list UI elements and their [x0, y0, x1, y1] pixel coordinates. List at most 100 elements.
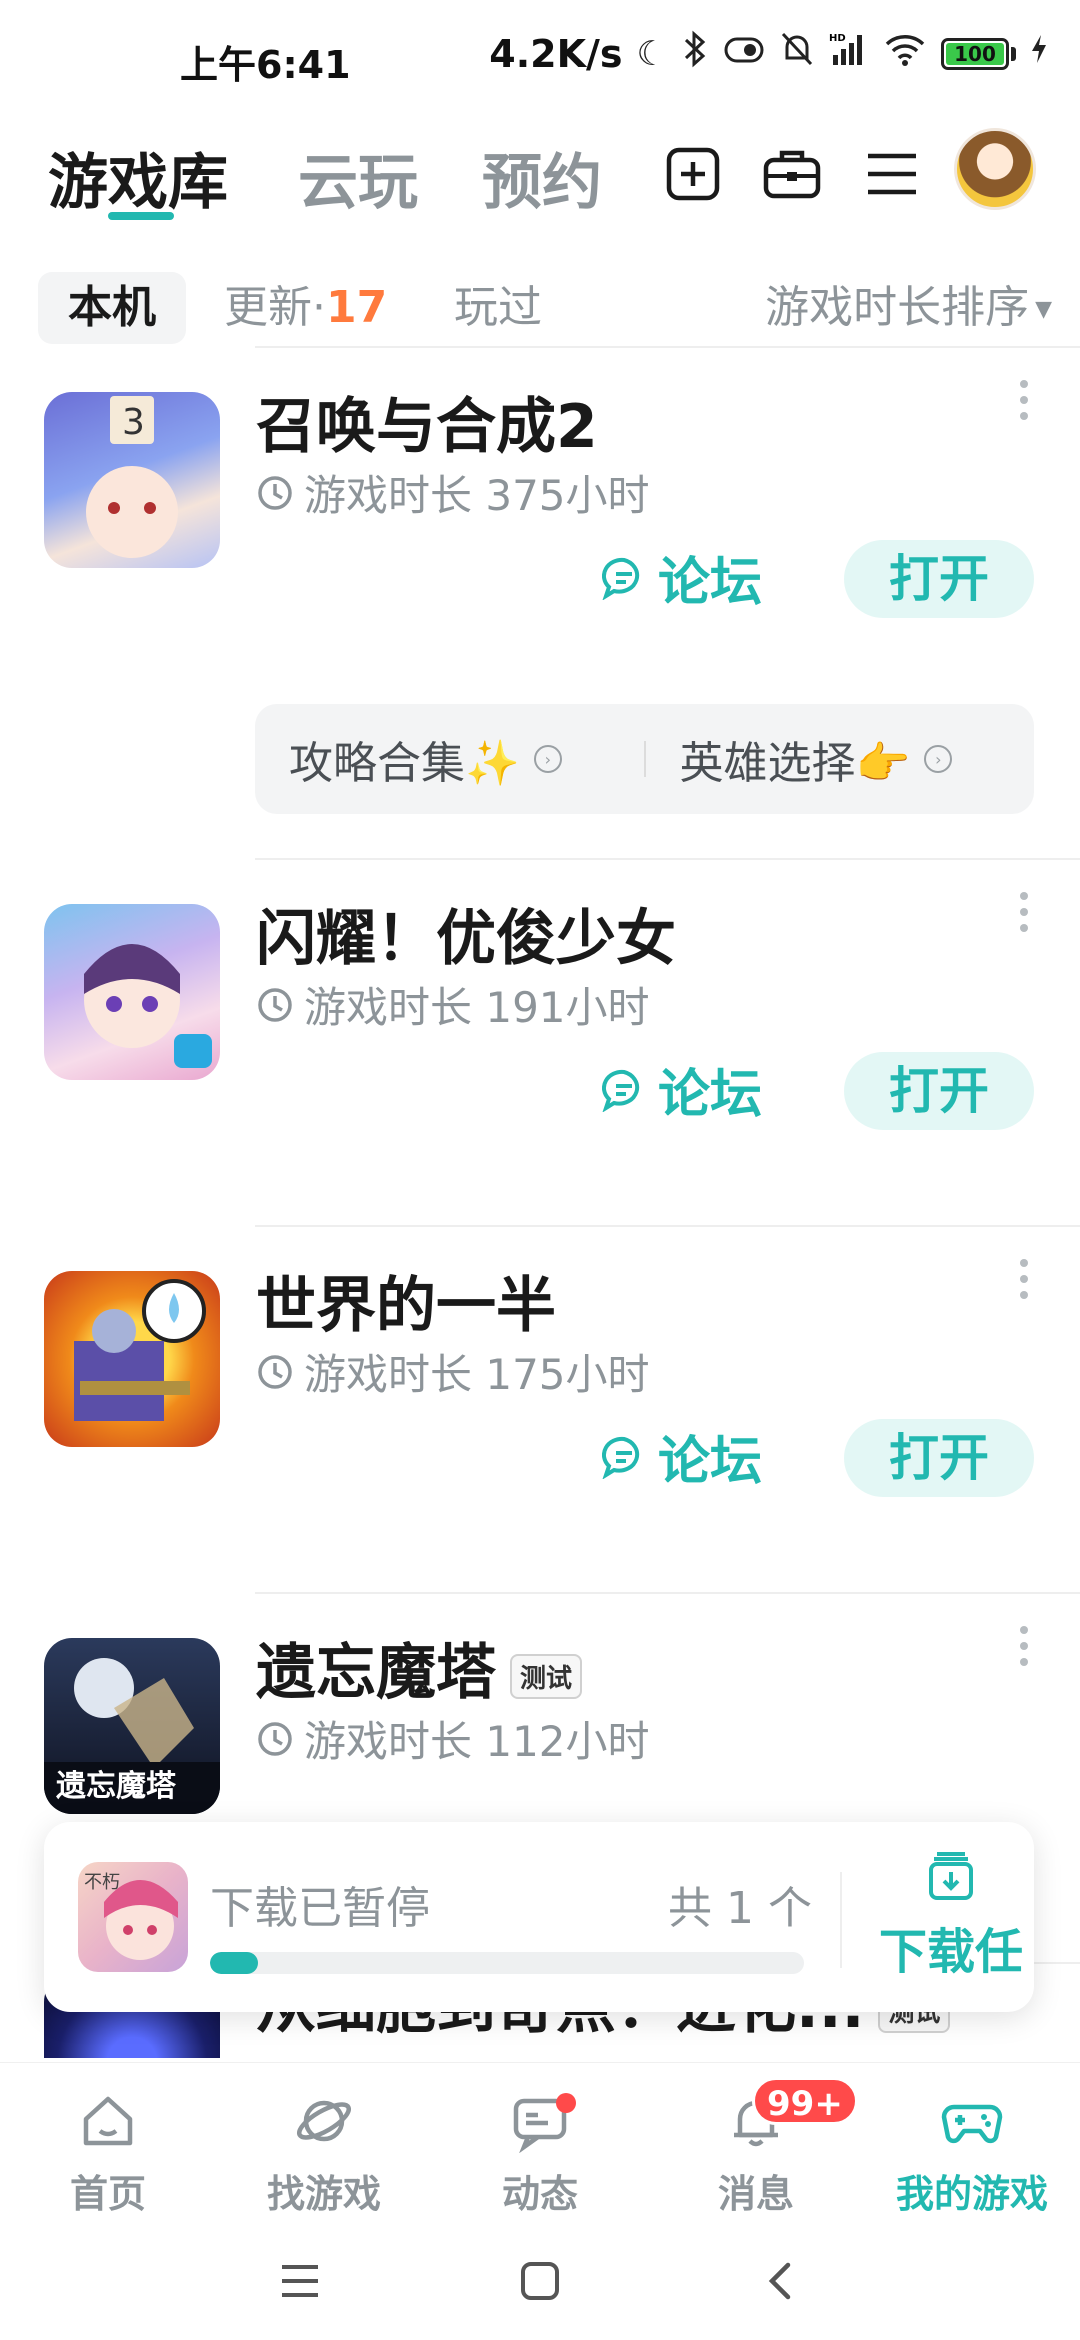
game-icon-forgotten-tower[interactable]: 遗忘魔塔: [44, 1638, 220, 1814]
charging-icon: [1030, 33, 1048, 74]
open-button[interactable]: 打开: [844, 540, 1034, 618]
download-task-button[interactable]: 下载任: [868, 1848, 1034, 1982]
network-speed: 4.2K/s: [489, 31, 623, 76]
game-icon-summon-merge[interactable]: 3: [44, 392, 220, 568]
open-button[interactable]: 打开: [844, 1052, 1034, 1130]
recents-button[interactable]: [270, 2251, 330, 2311]
download-tray-icon: [929, 1852, 973, 1900]
circle-arrow-icon: ›: [533, 745, 562, 773]
toolbox-icon[interactable]: [756, 138, 828, 210]
nav-messages[interactable]: 99+ 消息: [648, 2063, 864, 2222]
playtime-label: 游戏时长 175小时: [304, 1350, 650, 1399]
game-icon-umamusume[interactable]: [44, 904, 220, 1080]
filter-update[interactable]: 更新·17: [224, 272, 387, 344]
notification-dot: [556, 2093, 576, 2113]
forum-link[interactable]: 论坛: [602, 1052, 762, 1127]
nav-label: 消息: [717, 2172, 794, 2216]
mute-bell-icon: [779, 30, 815, 77]
nav-home[interactable]: 首页: [0, 2063, 216, 2222]
clock-icon: [258, 987, 292, 1022]
tab-reservation[interactable]: 预约: [482, 134, 602, 221]
playtime-label: 游戏时长 112小时: [304, 1717, 650, 1766]
top-nav: 游戏库 云玩 预约: [0, 118, 1080, 238]
unread-badge: 99+: [752, 2077, 858, 2125]
update-count: 17: [326, 282, 388, 333]
guide-collection-label: 攻略合集✨: [289, 738, 520, 789]
sort-select[interactable]: 游戏时长排序 ▼: [765, 272, 1052, 344]
nav-find-games[interactable]: 找游戏: [216, 2063, 432, 2222]
game-title[interactable]: 闪耀！优俊少女: [256, 890, 676, 977]
playtime-label: 游戏时长 191小时: [304, 983, 650, 1032]
tab-cloud-play[interactable]: 云玩: [298, 134, 418, 221]
home-icon: [83, 2096, 133, 2146]
nav-feed[interactable]: 动态: [432, 2063, 648, 2222]
filter-row: 本机 更新·17 玩过 游戏时长排序 ▼: [0, 268, 1080, 348]
back-button[interactable]: [750, 2251, 810, 2311]
hero-selection-link[interactable]: 英雄选择👉 ›: [646, 727, 1035, 791]
download-bar[interactable]: 不朽 下载已暂停 共 1 个 下载任: [44, 1822, 1034, 2012]
download-task-label: 下载任: [878, 1924, 1023, 1980]
circle-arrow-icon: ›: [924, 745, 953, 773]
vibrate-icon: [723, 34, 765, 74]
home-button[interactable]: [510, 2251, 570, 2311]
game-item[interactable]: 3 召唤与合成2 游戏时长 375小时 论坛 打开 攻略合集✨ › 英雄选择👉 …: [0, 348, 1080, 860]
more-icon[interactable]: [1012, 1249, 1036, 1309]
svg-text:HD: HD: [829, 33, 846, 44]
menu-icon[interactable]: [856, 138, 928, 210]
game-title[interactable]: 世界的一半: [256, 1257, 556, 1344]
download-count: 共 1 个: [668, 1883, 812, 1934]
hero-selection-label: 英雄选择👉: [679, 738, 911, 789]
clock-icon: [258, 1721, 292, 1756]
filter-update-label: 更新·: [224, 282, 326, 333]
battery-level: 100: [946, 42, 1004, 65]
extra-links: 攻略合集✨ › 英雄选择👉 ›: [255, 704, 1034, 814]
test-badge: 测试: [510, 1653, 583, 1699]
open-button[interactable]: 打开: [844, 1419, 1034, 1497]
game-list: 3 召唤与合成2 游戏时长 375小时 论坛 打开 攻略合集✨ › 英雄选择👉 …: [0, 348, 1080, 2058]
nav-label: 动态: [501, 2172, 578, 2216]
game-title[interactable]: 遗忘魔塔 测试: [256, 1624, 583, 1711]
playtime: 游戏时长 175小时: [256, 1341, 650, 1402]
forum-label: 论坛: [658, 1065, 763, 1125]
bottom-nav: 首页 找游戏 动态 99+ 消息 我的游戏: [0, 2062, 1080, 2222]
game-title[interactable]: 召唤与合成2: [256, 378, 598, 465]
signal-icon: HD: [829, 31, 869, 76]
guide-collection-link[interactable]: 攻略合集✨ ›: [255, 727, 644, 791]
tab-game-library[interactable]: 游戏库: [48, 134, 228, 221]
forum-icon: [602, 557, 640, 600]
sort-label: 游戏时长排序: [765, 282, 1030, 333]
playtime: 游戏时长 375小时: [256, 462, 650, 523]
status-icons: 4.2K/s ☾ HD 100: [489, 30, 1048, 77]
game-title-text: 遗忘魔塔: [256, 1638, 496, 1708]
forum-link[interactable]: 论坛: [602, 1419, 762, 1494]
add-square-icon[interactable]: [657, 138, 729, 210]
svg-text:遗忘魔塔: 遗忘魔塔: [56, 1769, 177, 1804]
caret-down-icon: ▼: [1035, 297, 1052, 322]
planet-icon: [296, 2100, 352, 2142]
game-item[interactable]: 闪耀！优俊少女 游戏时长 191小时 论坛 打开: [0, 860, 1080, 1227]
forum-label: 论坛: [658, 553, 763, 613]
bluetooth-icon: [681, 30, 709, 77]
more-icon[interactable]: [1012, 1616, 1036, 1676]
filter-played[interactable]: 玩过: [454, 272, 542, 344]
playtime: 游戏时长 191小时: [256, 974, 650, 1035]
nav-label: 我的游戏: [895, 2172, 1048, 2216]
filter-local[interactable]: 本机: [38, 272, 186, 344]
playtime-label: 游戏时长 375小时: [304, 471, 650, 520]
wifi-icon: [883, 32, 927, 75]
gamepad-icon: [941, 2104, 1003, 2144]
forum-link[interactable]: 论坛: [602, 540, 762, 615]
forum-icon: [602, 1436, 640, 1479]
forum-icon: [602, 1069, 640, 1112]
avatar[interactable]: [954, 128, 1036, 210]
forum-label: 论坛: [658, 1432, 763, 1492]
game-item[interactable]: 世界的一半 游戏时长 175小时 论坛 打开: [0, 1227, 1080, 1594]
more-icon[interactable]: [1012, 882, 1036, 942]
nav-my-games[interactable]: 我的游戏: [864, 2063, 1080, 2222]
divider: [840, 1872, 842, 1968]
game-icon-half-world[interactable]: [44, 1271, 220, 1447]
more-icon[interactable]: [1012, 370, 1036, 430]
back-chevron-icon: [768, 2262, 791, 2300]
nav-label: 首页: [69, 2172, 146, 2216]
menu-lines-icon: [282, 2265, 318, 2297]
